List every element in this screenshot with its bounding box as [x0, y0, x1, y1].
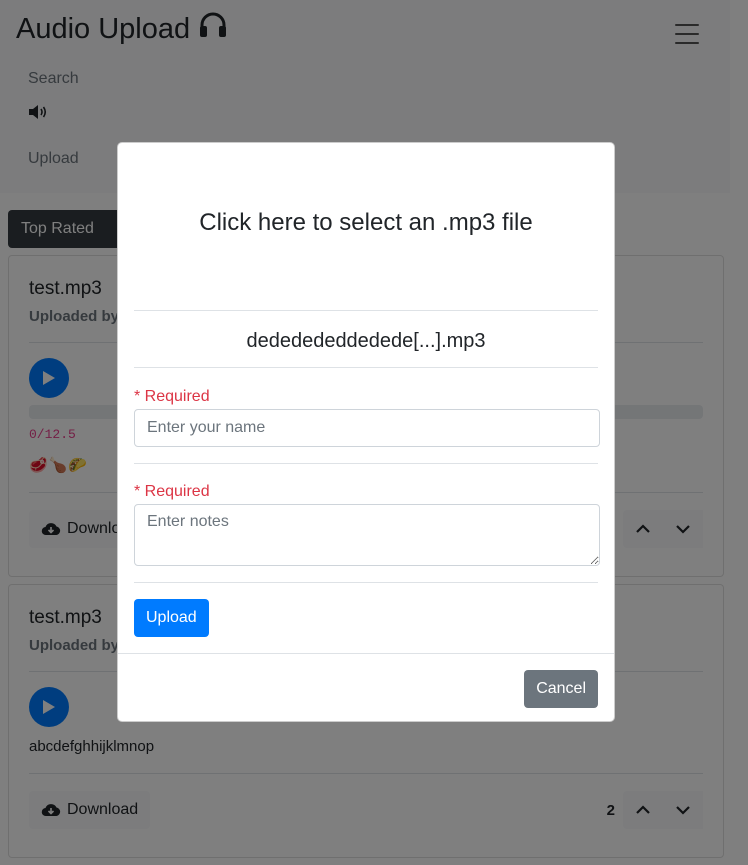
selected-filename: dededededdedede[...].mp3	[246, 330, 486, 352]
divider	[134, 367, 598, 368]
notes-input[interactable]	[134, 504, 600, 566]
divider	[134, 310, 598, 311]
divider	[134, 463, 598, 464]
upload-modal: Click here to select an .mp3 file dedede…	[117, 142, 615, 722]
modal-footer-divider	[118, 653, 614, 654]
upload-button[interactable]: Upload	[134, 599, 209, 637]
name-required-label: * Required	[134, 388, 210, 405]
select-file-prompt[interactable]: Click here to select an .mp3 file	[118, 209, 614, 237]
divider	[134, 582, 598, 583]
cancel-button[interactable]: Cancel	[524, 670, 598, 708]
notes-required-label: * Required	[134, 483, 210, 500]
name-input[interactable]	[134, 409, 600, 447]
